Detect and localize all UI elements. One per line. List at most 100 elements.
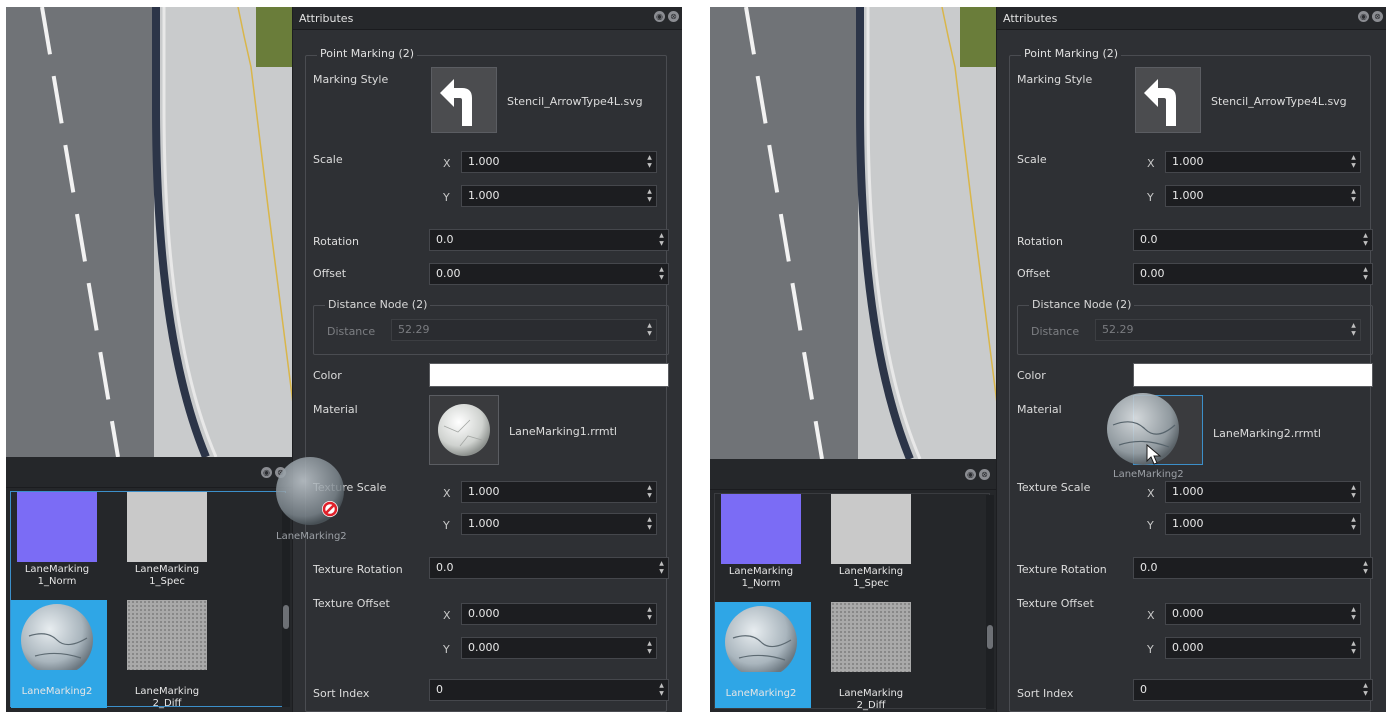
scrollbar-thumb[interactable]	[987, 625, 993, 649]
offset-label: Offset	[313, 267, 347, 280]
attributes-header: Attributes	[293, 7, 682, 30]
distance-value: 52.29	[1102, 323, 1134, 336]
rotation-label: Rotation	[1017, 235, 1064, 248]
distance-node-title: Distance Node (2)	[325, 298, 431, 311]
diffuse-map-thumbnail	[831, 602, 911, 672]
scale-x-field[interactable]: 1.000 ▲ ▼	[461, 151, 657, 173]
undock-icon[interactable]: ◉	[261, 467, 272, 478]
asset-tile[interactable]: LaneMarking 1_Spec	[121, 492, 217, 602]
rotation-field[interactable]: 0.0 ▲ ▼	[429, 229, 669, 251]
texture-rotation-field[interactable]: 0.0 ▲ ▼	[1133, 557, 1373, 579]
spinner-icon[interactable]: ▲ ▼	[646, 154, 653, 170]
asset-tile[interactable]: LaneMarking 1_Spec	[825, 494, 921, 604]
attributes-title: Attributes	[299, 11, 354, 25]
close-icon[interactable]: ⊗	[668, 11, 679, 22]
texture-offset-x-field[interactable]: 0.000 ▲ ▼	[461, 603, 657, 625]
drag-ghost-sphere	[276, 457, 344, 525]
offset-value: 0.00	[1140, 267, 1165, 280]
texture-offset-y-field[interactable]: 0.000 ▲ ▼	[461, 637, 657, 659]
close-icon[interactable]: ⊗	[979, 469, 990, 480]
texture-offset-x-value: 0.000	[468, 607, 500, 620]
texture-offset-y-field[interactable]: 0.000 ▲ ▼	[1165, 637, 1361, 659]
offset-field[interactable]: 0.00 ▲ ▼	[429, 263, 669, 285]
material-sphere-icon	[21, 604, 93, 670]
scale-y-field[interactable]: 1.000 ▲ ▼	[461, 185, 657, 207]
texture-scale-x-field[interactable]: 1.000 ▲ ▼	[461, 481, 657, 503]
spinner-icon[interactable]: ▲ ▼	[658, 682, 665, 698]
texture-scale-x-field[interactable]: 1.000 ▲ ▼	[1165, 481, 1361, 503]
mouse-cursor-icon	[1146, 443, 1162, 465]
spec-map-thumbnail	[127, 492, 207, 562]
undock-icon[interactable]: ◉	[654, 11, 665, 22]
scale-label: Scale	[313, 153, 343, 166]
spinner-icon[interactable]: ▲ ▼	[1350, 154, 1357, 170]
marking-style-file: Stencil_ArrowType4L.svg	[1211, 95, 1347, 108]
close-icon[interactable]: ⊗	[1372, 11, 1383, 22]
asset-scrollbar[interactable]	[986, 495, 994, 709]
marking-style-thumbnail[interactable]	[1135, 67, 1201, 133]
color-swatch[interactable]	[429, 363, 669, 387]
spinner-icon[interactable]: ▲ ▼	[658, 232, 665, 248]
asset-tile[interactable]: LaneMarking 2_Diff	[825, 602, 921, 712]
spinner-icon[interactable]: ▲ ▼	[1362, 232, 1369, 248]
grass-patch	[256, 7, 296, 67]
scrollbar-thumb[interactable]	[283, 605, 289, 629]
grass-patch	[960, 7, 1000, 67]
spinner-icon[interactable]: ▲ ▼	[646, 640, 653, 656]
marking-style-thumbnail[interactable]	[431, 67, 497, 133]
sort-index-value: 0	[1140, 683, 1147, 696]
texture-scale-x-value: 1.000	[1172, 485, 1204, 498]
scene-viewport[interactable]	[710, 7, 1000, 459]
asset-browser: ◉ ⊗ LaneMarking 1_Norm LaneMarking 1_Spec	[710, 459, 996, 712]
spinner-icon[interactable]: ▲ ▼	[1350, 640, 1357, 656]
spinner-icon[interactable]: ▲ ▼	[646, 188, 653, 204]
asset-tile[interactable]: LaneMarking 2_Diff	[121, 600, 217, 710]
rotation-field[interactable]: 0.0 ▲ ▼	[1133, 229, 1373, 251]
material-thumbnail[interactable]	[429, 395, 499, 465]
texture-offset-x-axis-label: X	[1147, 609, 1155, 622]
spinner-icon[interactable]: ▲ ▼	[646, 516, 653, 532]
spinner-icon[interactable]: ▲ ▼	[1350, 606, 1357, 622]
spinner-icon[interactable]: ▲ ▼	[646, 484, 653, 500]
asset-name: LaneMarking 1_Norm	[728, 566, 794, 589]
scale-y-field[interactable]: 1.000 ▲ ▼	[1165, 185, 1361, 207]
spinner-icon[interactable]: ▲ ▼	[1362, 266, 1369, 282]
diffuse-map-thumbnail	[127, 600, 207, 670]
color-swatch[interactable]	[1133, 363, 1373, 387]
texture-scale-y-field[interactable]: 1.000 ▲ ▼	[461, 513, 657, 535]
material-file: LaneMarking2.rrmtl	[1213, 427, 1321, 440]
asset-tile-selected[interactable]: LaneMarking2	[11, 600, 107, 708]
marking-style-file: Stencil_ArrowType4L.svg	[507, 95, 643, 108]
scale-x-field[interactable]: 1.000 ▲ ▼	[1165, 151, 1361, 173]
undock-icon[interactable]: ◉	[1358, 11, 1369, 22]
texture-scale-x-axis-label: X	[443, 487, 451, 500]
asset-tile[interactable]: LaneMarking 1_Norm	[11, 492, 107, 602]
road-scene	[710, 7, 1000, 459]
distance-node-title: Distance Node (2)	[1029, 298, 1135, 311]
texture-offset-x-field[interactable]: 0.000 ▲ ▼	[1165, 603, 1361, 625]
drag-ghost-sphere	[1107, 393, 1179, 465]
spinner-icon[interactable]: ▲ ▼	[1362, 682, 1369, 698]
spinner-icon[interactable]: ▲ ▼	[1350, 516, 1357, 532]
texture-scale-y-field[interactable]: 1.000 ▲ ▼	[1165, 513, 1361, 535]
scale-x-value: 1.000	[1172, 155, 1204, 168]
asset-tile-selected[interactable]: LaneMarking2	[715, 602, 811, 708]
spinner-icon[interactable]: ▲ ▼	[658, 266, 665, 282]
spinner-icon[interactable]: ▲ ▼	[658, 560, 665, 576]
scale-y-value: 1.000	[468, 189, 500, 202]
sort-index-field[interactable]: 0 ▲ ▼	[1133, 679, 1373, 701]
sort-index-field[interactable]: 0 ▲ ▼	[429, 679, 669, 701]
undock-icon[interactable]: ◉	[965, 469, 976, 480]
scene-viewport[interactable]	[6, 7, 296, 457]
offset-field[interactable]: 0.00 ▲ ▼	[1133, 263, 1373, 285]
spinner-icon[interactable]: ▲ ▼	[1362, 560, 1369, 576]
texture-rotation-field[interactable]: 0.0 ▲ ▼	[429, 557, 669, 579]
texture-scale-label: Texture Scale	[1017, 481, 1091, 494]
sort-index-value: 0	[436, 683, 443, 696]
spinner-icon: ▲ ▼	[647, 322, 652, 337]
spinner-icon[interactable]: ▲ ▼	[1350, 188, 1357, 204]
spinner-icon[interactable]: ▲ ▼	[646, 606, 653, 622]
asset-tile[interactable]: LaneMarking 1_Norm	[715, 494, 811, 604]
spinner-icon[interactable]: ▲ ▼	[1350, 484, 1357, 500]
attributes-title: Attributes	[1003, 11, 1058, 25]
